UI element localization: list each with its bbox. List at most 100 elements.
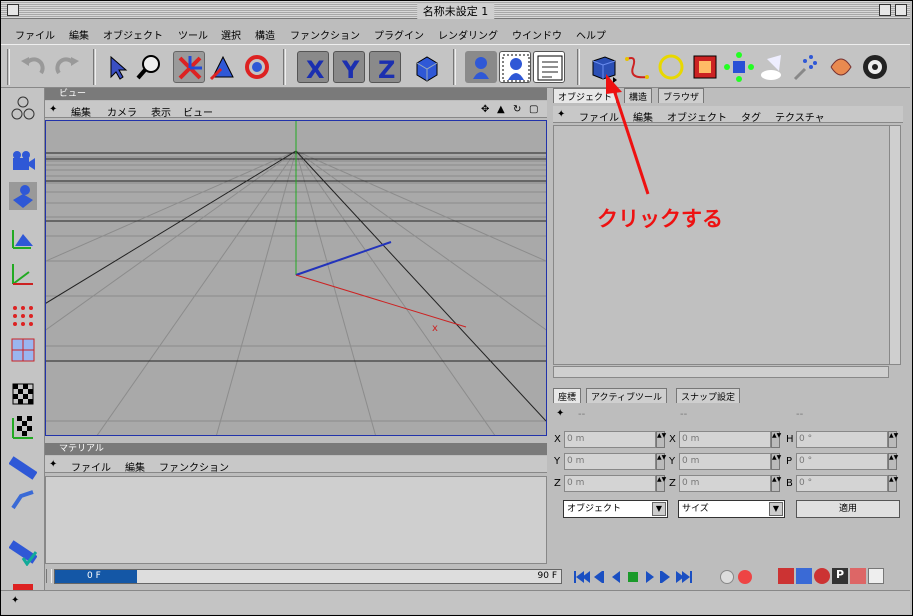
object-mode-icon[interactable] <box>9 182 37 210</box>
size-x-field[interactable]: 0 m <box>679 431 771 448</box>
menu-select[interactable]: 選択 <box>221 27 241 42</box>
world-coordinates-icon[interactable] <box>411 51 443 83</box>
pos-z-field[interactable]: 0 m <box>564 475 656 492</box>
zoom-window-button[interactable] <box>879 4 891 16</box>
rot-h-stepper[interactable]: ▲▼ <box>888 431 898 448</box>
key-document-icon[interactable] <box>868 568 884 584</box>
object-menu-object[interactable]: オブジェクト <box>667 109 727 124</box>
undo-icon[interactable] <box>17 51 49 83</box>
camera-object-icon[interactable] <box>9 148 37 176</box>
key-scale-icon[interactable] <box>796 568 812 584</box>
timeline-grip[interactable] <box>46 569 52 583</box>
rot-b-stepper[interactable]: ▲▼ <box>888 475 898 492</box>
tab-active-tool[interactable]: アクティブツール <box>586 388 668 403</box>
menu-file[interactable]: ファイル <box>15 27 55 42</box>
render-region-icon[interactable] <box>499 51 531 83</box>
menu-render[interactable]: レンダリング <box>438 27 498 42</box>
size-z-stepper[interactable]: ▲▼ <box>771 475 781 492</box>
timeline-slider[interactable]: 0 F 90 F <box>54 569 562 584</box>
x-axis-lock-icon[interactable]: X <box>297 51 329 84</box>
pos-x-stepper[interactable]: ▲▼ <box>656 431 666 448</box>
array-object-icon[interactable] <box>723 51 755 83</box>
view-menu-display[interactable]: 表示 <box>151 104 171 119</box>
timeline-mode-icon[interactable] <box>8 538 38 567</box>
menu-window[interactable]: ウインドウ <box>512 27 562 42</box>
sound-speaker-icon[interactable] <box>859 51 891 83</box>
pin-icon[interactable]: ✦ <box>11 595 19 606</box>
use-model-icon[interactable] <box>9 94 37 122</box>
menu-function[interactable]: ファンクション <box>290 27 360 42</box>
render-view-icon[interactable] <box>465 51 497 83</box>
autokey-icon[interactable] <box>738 570 752 584</box>
pin-icon[interactable]: ✦ <box>556 408 564 419</box>
render-settings-icon[interactable] <box>533 51 565 83</box>
pin-icon[interactable]: ✦ <box>557 109 565 120</box>
menu-edit[interactable]: 編集 <box>69 27 89 42</box>
rot-b-field[interactable]: 0 ° <box>796 475 888 492</box>
tab-snap-settings[interactable]: スナップ設定 <box>676 388 741 403</box>
polygons-mode-icon[interactable] <box>9 336 37 364</box>
pos-y-field[interactable]: 0 m <box>564 453 656 470</box>
view-menu-view[interactable]: ビュー <box>183 104 213 119</box>
3d-viewport[interactable]: x <box>45 120 547 436</box>
view-menu-camera[interactable]: カメラ <box>107 104 137 119</box>
ik-mode-icon[interactable] <box>9 486 37 514</box>
key-hierarchy-icon[interactable] <box>850 568 866 584</box>
size-y-stepper[interactable]: ▲▼ <box>771 453 781 470</box>
object-list-hscrollbar[interactable] <box>553 366 889 378</box>
texture-axis-checker-icon[interactable] <box>9 412 37 440</box>
pointer-icon[interactable] <box>101 51 133 83</box>
material-menu-file[interactable]: ファイル <box>71 459 111 474</box>
redo-icon[interactable] <box>51 51 83 83</box>
z-axis-lock-icon[interactable]: Z <box>369 51 401 84</box>
move-tool-icon[interactable] <box>173 51 205 83</box>
points-mode-icon[interactable] <box>9 302 37 330</box>
menu-plugins[interactable]: プラグイン <box>374 27 424 42</box>
scale-tool-icon[interactable] <box>207 51 239 83</box>
key-parameter-icon[interactable]: P <box>832 568 848 584</box>
checker-texture-icon[interactable] <box>9 380 37 408</box>
record-icon[interactable] <box>720 570 734 584</box>
rotate-view-icon[interactable]: ↻ <box>513 104 521 115</box>
rot-p-stepper[interactable]: ▲▼ <box>888 453 898 470</box>
size-y-field[interactable]: 0 m <box>679 453 771 470</box>
object-menu-tag[interactable]: タグ <box>741 109 761 124</box>
deformer-icon[interactable] <box>825 51 857 83</box>
rot-p-field[interactable]: 0 ° <box>796 453 888 470</box>
menu-structure[interactable]: 構造 <box>255 27 275 42</box>
nurbs-icon[interactable] <box>689 51 721 83</box>
object-list-vscrollbar[interactable] <box>889 125 901 365</box>
particle-emitter-icon[interactable] <box>791 51 823 83</box>
menu-object[interactable]: オブジェクト <box>103 27 163 42</box>
size-x-stepper[interactable]: ▲▼ <box>771 431 781 448</box>
menu-help[interactable]: ヘルプ <box>576 27 606 42</box>
pin-icon[interactable]: ✦ <box>49 104 57 115</box>
collapse-window-button[interactable] <box>895 4 907 16</box>
magnify-icon[interactable] <box>133 51 165 83</box>
current-frame[interactable]: 0 F <box>55 570 137 583</box>
pos-x-field[interactable]: 0 m <box>564 431 656 448</box>
texture-axis-icon[interactable] <box>9 260 37 288</box>
size-mode-select[interactable]: サイズ ▼ <box>678 500 785 518</box>
view-menu-edit[interactable]: 編集 <box>71 104 91 119</box>
animation-mode-icon[interactable] <box>8 452 38 480</box>
pin-icon[interactable]: ✦ <box>49 459 57 470</box>
menu-tools[interactable]: ツール <box>178 27 208 42</box>
close-window-button[interactable] <box>7 4 19 16</box>
material-menu-function[interactable]: ファンクション <box>159 459 229 474</box>
toolbar-grip[interactable] <box>7 49 10 85</box>
key-rotation-icon[interactable] <box>814 568 830 584</box>
material-list[interactable] <box>45 476 547 564</box>
tab-browser[interactable]: ブラウザ <box>658 88 705 103</box>
rotate-tool-icon[interactable] <box>241 51 273 83</box>
coord-mode-select[interactable]: オブジェクト ▼ <box>563 500 668 518</box>
y-axis-lock-icon[interactable]: Y <box>333 51 365 84</box>
pos-z-stepper[interactable]: ▲▼ <box>656 475 666 492</box>
move-view-icon[interactable]: ✥ <box>481 104 489 115</box>
apply-button[interactable]: 適用 <box>796 500 900 518</box>
material-menu-edit[interactable]: 編集 <box>125 459 145 474</box>
object-menu-texture[interactable]: テクスチャ <box>775 109 825 124</box>
key-position-icon[interactable] <box>778 568 794 584</box>
zoom-view-icon[interactable]: ▲ <box>497 104 505 115</box>
light-icon[interactable] <box>757 51 789 83</box>
